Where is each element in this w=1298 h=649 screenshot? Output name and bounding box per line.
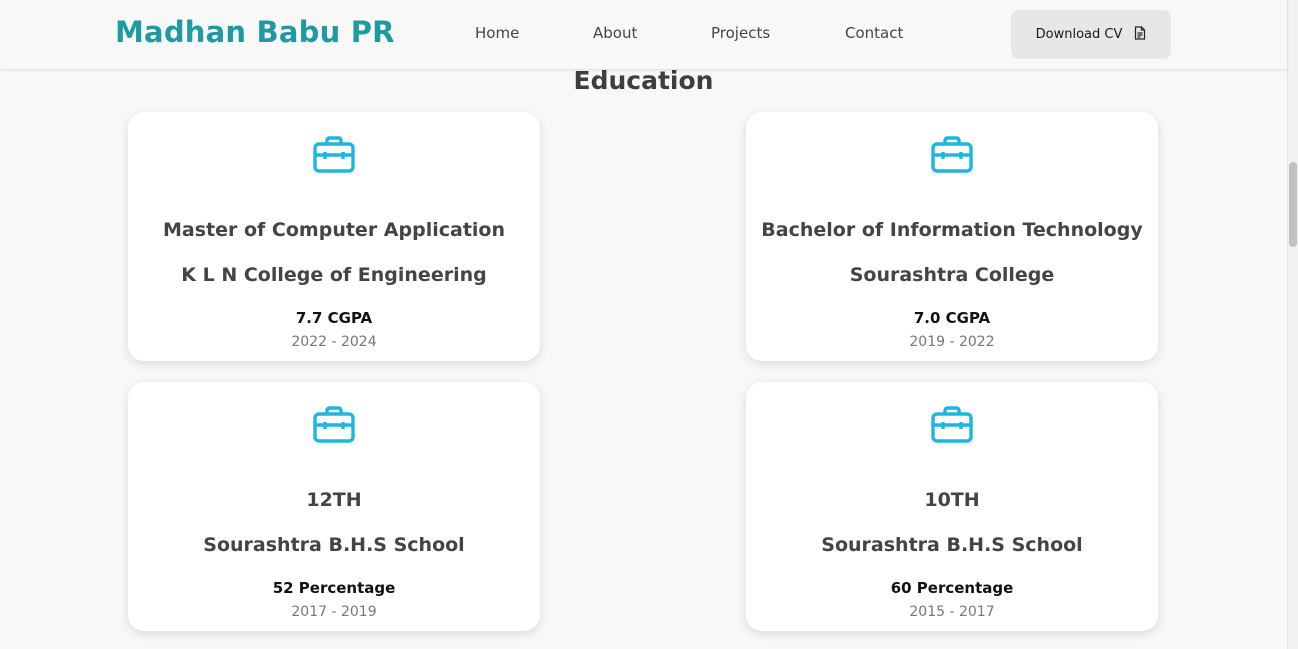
briefcase-icon <box>931 405 973 443</box>
education-card: 10TH Sourashtra B.H.S School 60 Percenta… <box>746 382 1158 631</box>
score: 7.7 CGPA <box>295 309 373 327</box>
scrollbar-track[interactable] <box>1287 0 1298 649</box>
education-card: Bachelor of Information Technology Soura… <box>746 112 1158 361</box>
years: 2017 - 2019 <box>291 604 377 620</box>
download-cv-label: Download CV <box>1035 27 1123 42</box>
section-title: Education <box>573 66 714 95</box>
nav-contact[interactable]: Contact <box>845 24 903 42</box>
degree-title: 10TH <box>924 489 980 511</box>
institution-name: Sourashtra College <box>849 264 1055 286</box>
years: 2019 - 2022 <box>909 334 995 350</box>
score: 60 Percentage <box>890 579 1014 597</box>
nav-projects[interactable]: Projects <box>711 24 770 42</box>
briefcase-icon <box>931 135 973 173</box>
degree-title: 12TH <box>306 489 362 511</box>
briefcase-icon <box>313 405 355 443</box>
years: 2022 - 2024 <box>291 334 377 350</box>
education-card: 12TH Sourashtra B.H.S School 52 Percenta… <box>128 382 540 631</box>
degree-title: Bachelor of Information Technology <box>761 219 1143 241</box>
briefcase-icon <box>313 135 355 173</box>
institution-name: Sourashtra B.H.S School <box>821 534 1083 556</box>
portfolio-page: Madhan Babu PR Home About Projects Conta… <box>0 0 1298 649</box>
institution-name: Sourashtra B.H.S School <box>203 534 465 556</box>
institution-name: K L N College of Engineering <box>181 264 487 286</box>
score: 52 Percentage <box>272 579 396 597</box>
degree-title: Master of Computer Application <box>163 219 505 241</box>
site-header: Madhan Babu PR Home About Projects Conta… <box>0 0 1287 70</box>
nav-home[interactable]: Home <box>475 24 519 42</box>
file-document-icon <box>1134 25 1146 44</box>
scrollbar-thumb[interactable] <box>1289 162 1297 247</box>
nav-about[interactable]: About <box>593 24 637 42</box>
score: 7.0 CGPA <box>913 309 991 327</box>
years: 2015 - 2017 <box>909 604 995 620</box>
download-cv-button[interactable]: Download CV <box>1011 10 1171 59</box>
education-card: Master of Computer Application K L N Col… <box>128 112 540 361</box>
